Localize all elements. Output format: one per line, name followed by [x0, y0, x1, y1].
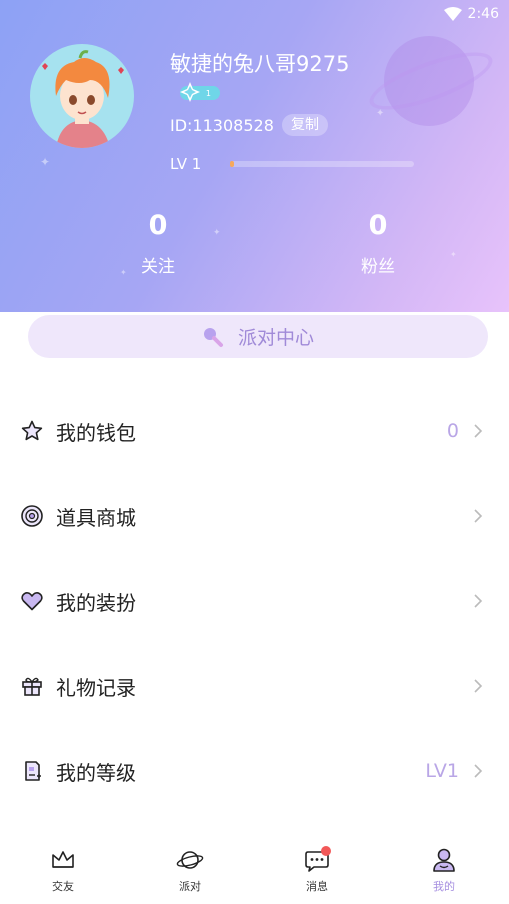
- bottom-tab-bar: 交友 派对 消息 我的: [0, 838, 509, 904]
- level-progress-bar: [230, 161, 414, 167]
- copy-id-button[interactable]: 复制: [282, 114, 328, 136]
- profile-header: ✦ ✦ ✦ ✦ ✦ 2:46 敏捷的兔八哥9275 1 ID:11308528 …: [0, 0, 509, 312]
- menu-label-dress-up: 我的装扮: [56, 590, 136, 615]
- badge-level-text: 1: [205, 88, 211, 98]
- tab-label-messages: 消息: [306, 880, 328, 893]
- level-progress-fill: [230, 161, 234, 167]
- disc-icon: [21, 505, 43, 527]
- chevron-right-icon: [474, 679, 483, 693]
- menu-item-my-level[interactable]: 我的等级 LV1: [0, 741, 509, 801]
- heart-icon: [21, 591, 43, 611]
- profile-icon: [433, 848, 455, 872]
- tab-label-party: 派对: [179, 880, 201, 893]
- planet-icon: [176, 851, 204, 869]
- fans-count: 0: [368, 210, 388, 241]
- menu-label-wallet: 我的钱包: [56, 420, 136, 445]
- tab-messages[interactable]: 消息: [277, 846, 357, 894]
- star-decoration: ✦: [40, 155, 51, 169]
- username: 敏捷的兔八哥9275: [170, 52, 350, 76]
- menu-label-my-level: 我的等级: [56, 760, 136, 785]
- following-stat[interactable]: 0 关注: [98, 210, 218, 277]
- chevron-right-icon: [474, 764, 483, 778]
- tab-label-me: 我的: [433, 880, 455, 893]
- following-label: 关注: [141, 257, 175, 277]
- menu-item-prop-store[interactable]: 道具商城: [0, 486, 509, 546]
- wallet-balance: 0: [446, 420, 459, 442]
- menu-item-gift-records[interactable]: 礼物记录: [0, 656, 509, 716]
- menu-label-prop-store: 道具商城: [56, 505, 136, 530]
- tab-party[interactable]: 派对: [150, 846, 230, 894]
- microphone-icon: [203, 327, 223, 347]
- gift-icon: [22, 677, 42, 696]
- menu-label-gift-records: 礼物记录: [56, 675, 136, 700]
- notification-dot: [321, 846, 331, 856]
- chevron-right-icon: [474, 509, 483, 523]
- fans-stat[interactable]: 0 粉丝: [318, 210, 438, 277]
- fans-label: 粉丝: [361, 257, 395, 277]
- level-label: LV 1: [170, 155, 202, 173]
- avatar-illustration: [42, 50, 124, 148]
- star-decoration: ✦: [450, 250, 457, 259]
- menu-item-wallet[interactable]: 我的钱包 0: [0, 401, 509, 461]
- status-bar: 2:46: [389, 0, 509, 28]
- tab-label-friends: 交友: [52, 880, 74, 893]
- chevron-right-icon: [474, 424, 483, 438]
- party-center-button[interactable]: 派对中心: [28, 315, 488, 358]
- status-time: 2:46: [467, 6, 499, 22]
- chevron-right-icon: [474, 594, 483, 608]
- level-icon: [25, 761, 41, 781]
- star-icon: [21, 420, 43, 441]
- gem-icon: [180, 82, 200, 102]
- crown-icon: [52, 851, 74, 868]
- tab-me[interactable]: 我的: [404, 846, 484, 894]
- menu-item-dress-up[interactable]: 我的装扮: [0, 571, 509, 631]
- my-level-value: LV1: [425, 760, 459, 782]
- wifi-icon: [443, 7, 462, 21]
- user-id: ID:11308528: [170, 116, 274, 135]
- following-count: 0: [148, 210, 168, 241]
- tab-friends[interactable]: 交友: [23, 846, 103, 894]
- party-center-label: 派对中心: [237, 327, 314, 349]
- avatar[interactable]: [30, 44, 134, 148]
